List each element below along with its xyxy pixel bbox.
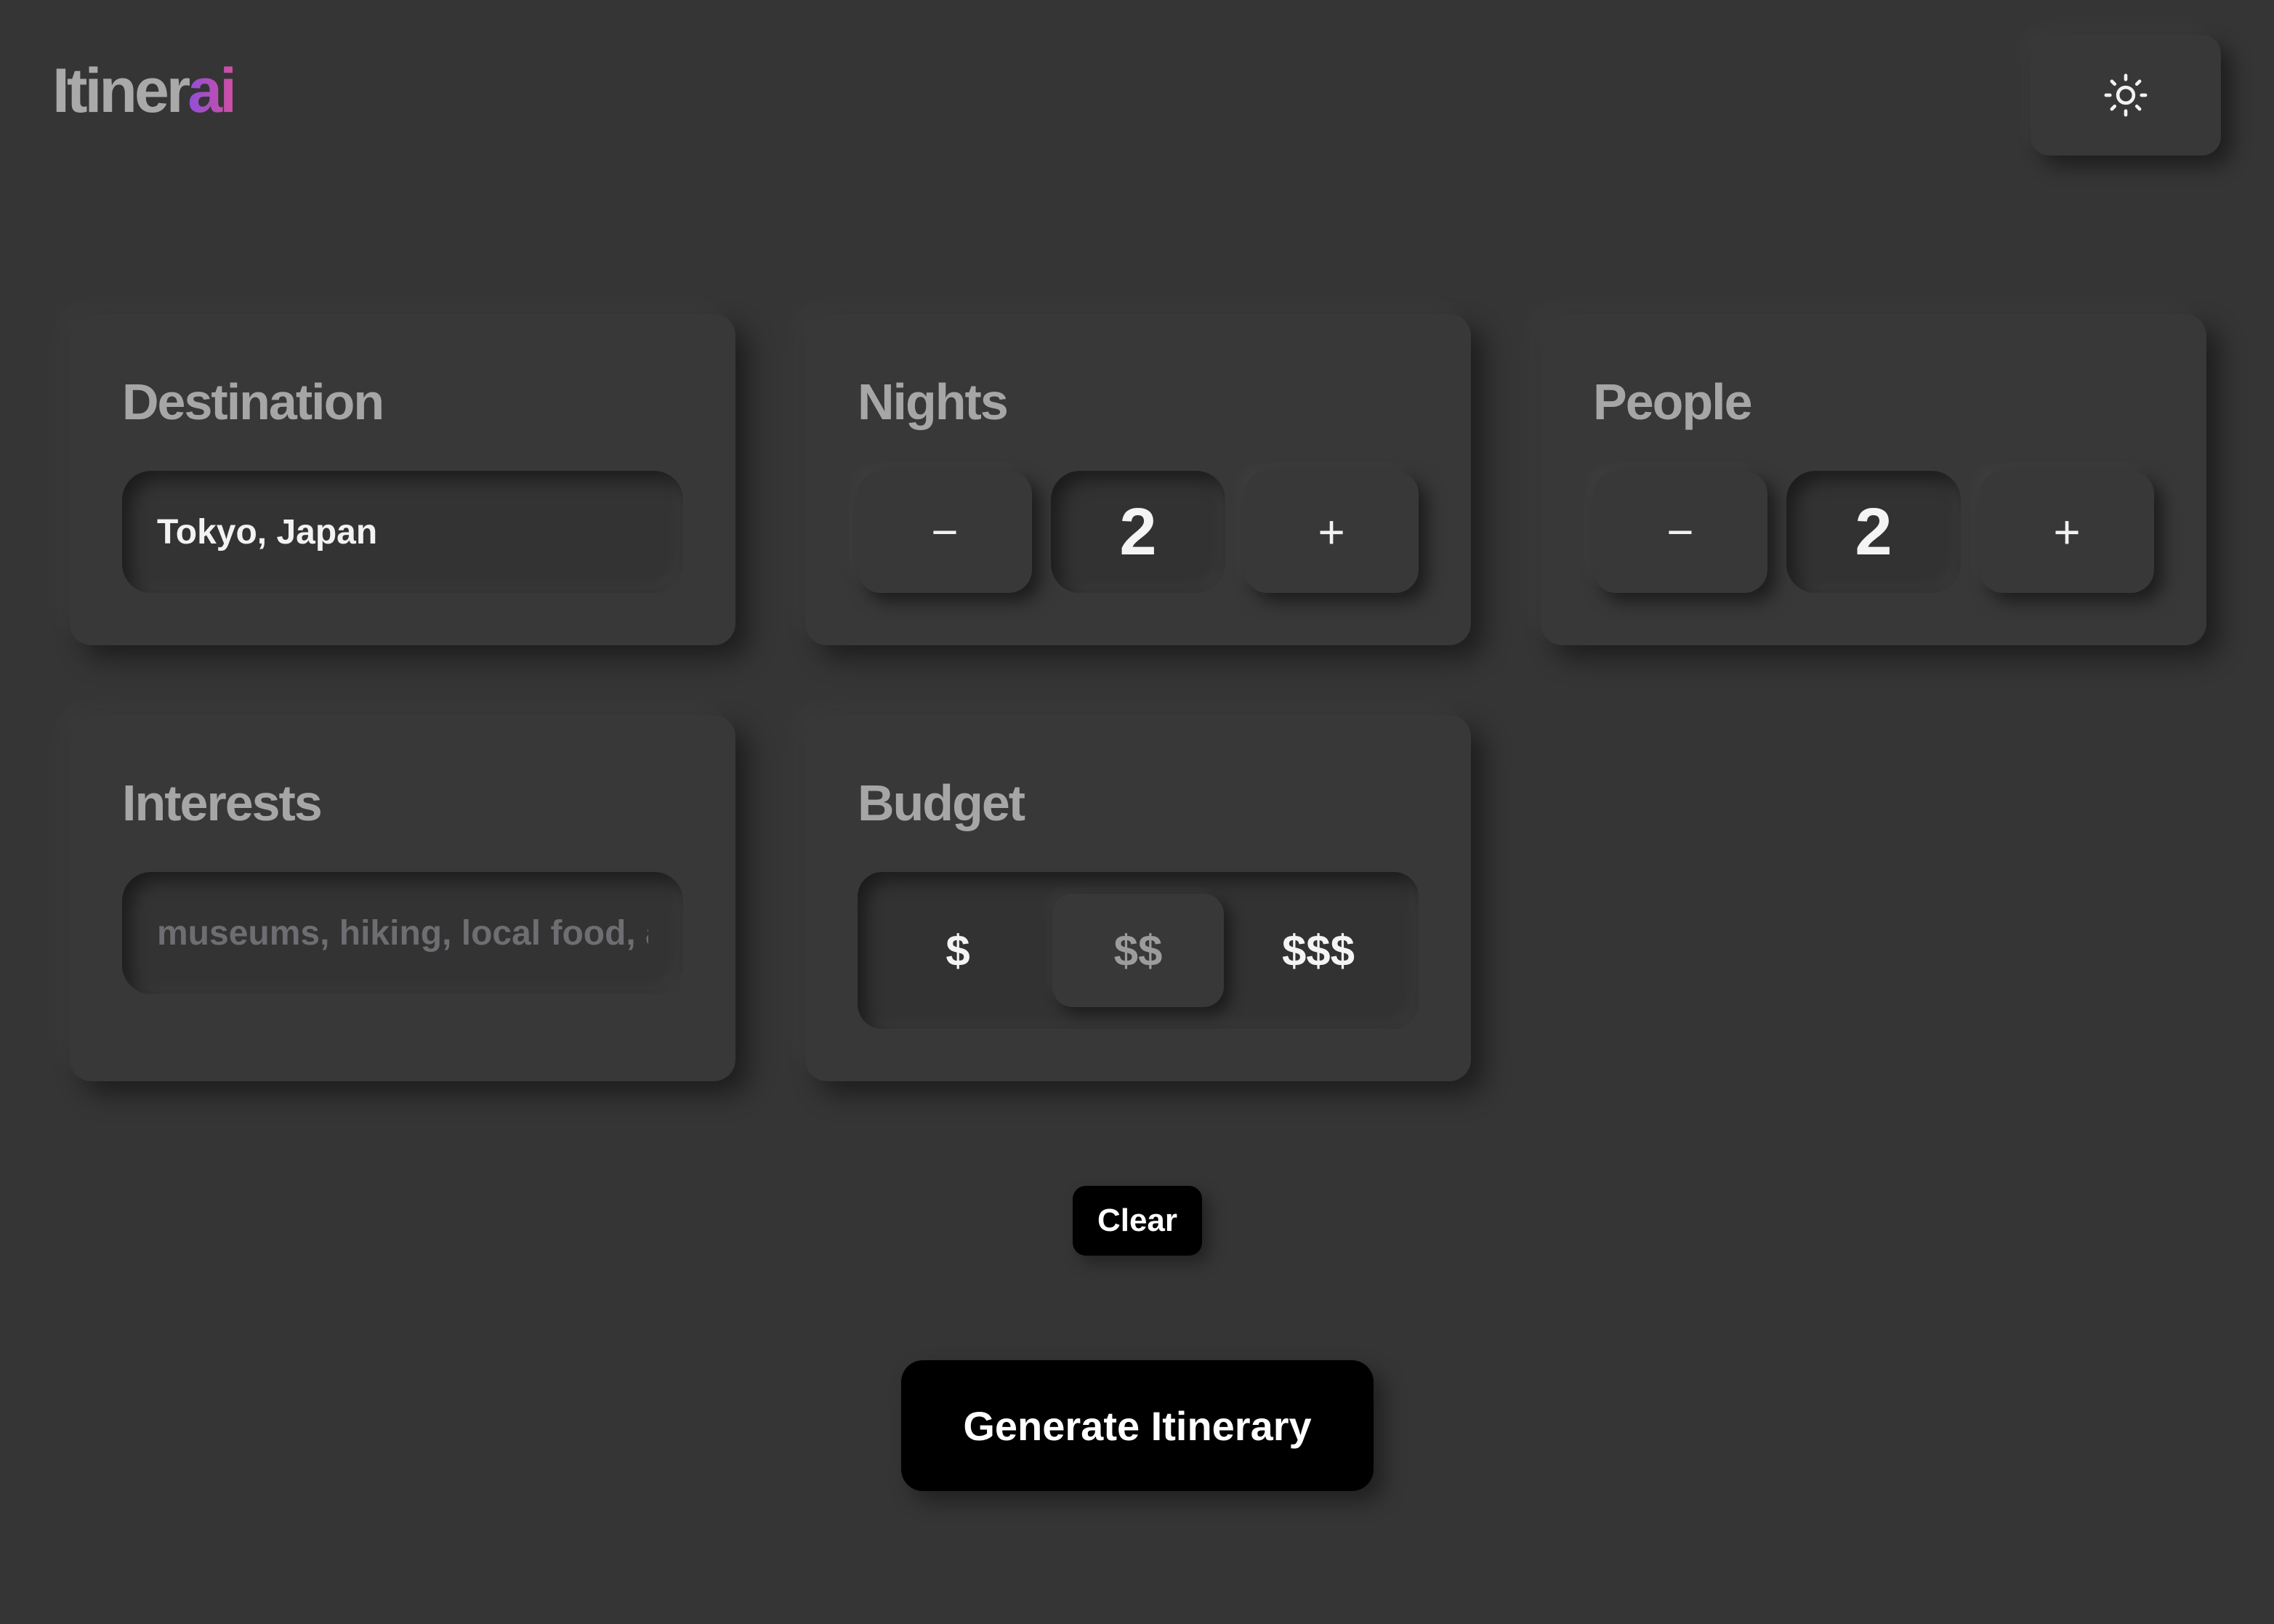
interests-title: Interests — [122, 775, 323, 831]
nights-value: 2 — [1051, 471, 1225, 593]
budget-option-low[interactable]: $ — [872, 894, 1044, 1007]
nights-increment-button[interactable]: + — [1244, 471, 1419, 593]
budget-selector: $ $$ $$$ — [858, 872, 1419, 1029]
budget-card: Budget $ $$ $$$ — [805, 715, 1471, 1081]
destination-title: Destination — [122, 373, 384, 430]
budget-option-medium[interactable]: $$ — [1052, 894, 1224, 1007]
budget-title: Budget — [858, 775, 1025, 831]
destination-input[interactable] — [122, 471, 683, 593]
budget-option-high[interactable]: $$$ — [1233, 894, 1404, 1007]
interests-card: Interests — [70, 715, 735, 1081]
nights-card: Nights − 2 + — [805, 314, 1471, 645]
nights-decrement-button[interactable]: − — [858, 471, 1032, 593]
interests-input[interactable] — [122, 872, 683, 994]
people-decrement-button[interactable]: − — [1593, 471, 1767, 593]
app-logo: Itinerai — [52, 60, 237, 122]
nights-title: Nights — [858, 373, 1009, 430]
people-value: 2 — [1786, 471, 1961, 593]
theme-toggle-button[interactable] — [2031, 35, 2221, 155]
people-increment-button[interactable]: + — [1980, 471, 2154, 593]
logo-text-accent: ai — [188, 56, 237, 126]
destination-card: Destination — [70, 314, 735, 645]
sun-icon — [2104, 73, 2148, 117]
people-card: People − 2 + — [1541, 314, 2206, 645]
people-title: People — [1593, 373, 1753, 430]
clear-button[interactable]: Clear — [1073, 1186, 1202, 1256]
logo-text-main: Itiner — [52, 56, 190, 126]
itinerary-planner-page: Itinerai Destination Nights − 2 + People… — [0, 0, 2274, 1624]
generate-itinerary-button[interactable]: Generate Itinerary — [901, 1360, 1374, 1491]
